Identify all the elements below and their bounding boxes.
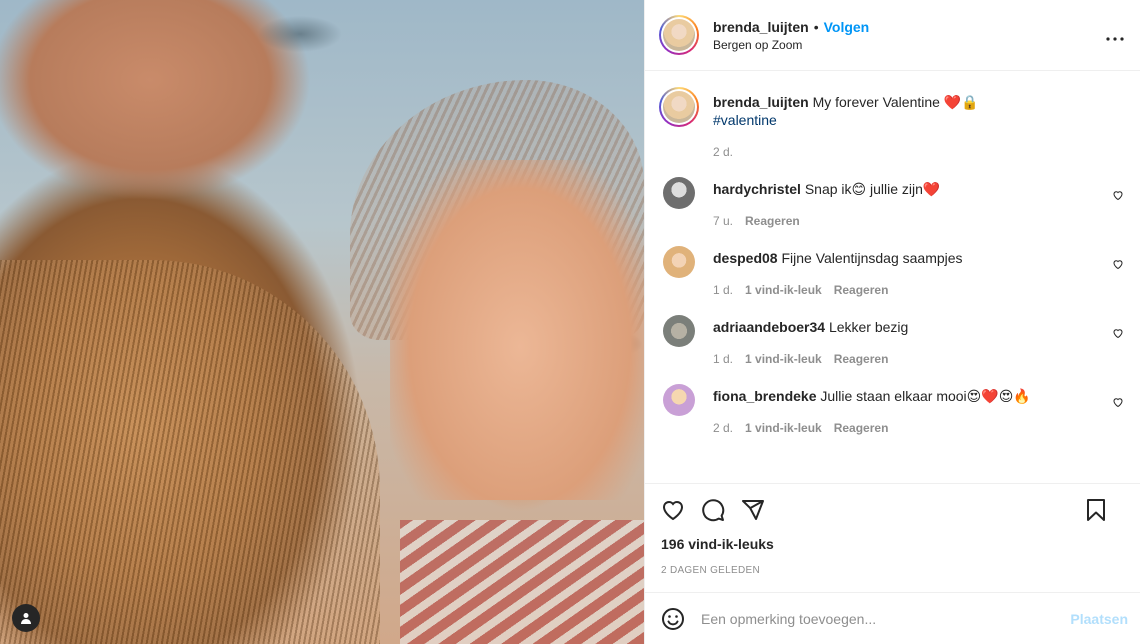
comment-likes[interactable]: 1 vind-ik-leuk — [745, 350, 822, 368]
comment-icon[interactable] — [701, 498, 725, 522]
caption-username[interactable]: brenda_luijten — [713, 94, 809, 110]
post-photo[interactable] — [0, 0, 644, 644]
location-link[interactable]: Bergen op Zoom — [713, 38, 869, 52]
likes-count[interactable]: 196 vind-ik-leuks — [661, 536, 1124, 552]
hashtag-link[interactable]: #valentine — [713, 112, 777, 128]
avatar[interactable] — [659, 87, 699, 127]
comment-item: fiona_brendeke Jullie staan elkaar mooi😍… — [659, 384, 1124, 437]
comment-time: 1 d. — [713, 352, 734, 366]
post-dialog: brenda_luijten • Volgen Bergen op Zoom bre… — [0, 0, 1140, 644]
comment-username[interactable]: hardychristel — [713, 181, 801, 197]
comment-username[interactable]: adriaandeboer34 — [713, 319, 825, 335]
emoji-icon[interactable] — [661, 607, 685, 631]
comment-input[interactable] — [701, 610, 1071, 627]
comment-item: adriaandeboer34 Lekker bezig 1 d. 1 vind-… — [659, 315, 1124, 368]
caption-time: 2 d. — [713, 145, 734, 159]
more-horizontal-icon[interactable] — [1106, 26, 1124, 44]
photo-detail — [390, 160, 644, 500]
avatar[interactable] — [663, 315, 695, 347]
reply-button[interactable]: Reageren — [834, 350, 889, 368]
caption-text: My forever Valentine ❤️🔒 — [812, 94, 979, 110]
share-icon[interactable] — [741, 498, 765, 522]
photo-detail — [400, 520, 644, 644]
like-heart-icon[interactable] — [661, 498, 685, 522]
comment-time: 2 d. — [713, 421, 734, 435]
comment-username[interactable]: fiona_brendeke — [713, 388, 816, 404]
heart-icon[interactable] — [1112, 189, 1124, 201]
comment-text: Snap ik😊 jullie zijn❤️ — [804, 181, 941, 197]
post-sidebar: brenda_luijten • Volgen Bergen op Zoom bre… — [644, 0, 1140, 644]
bookmark-icon[interactable] — [1084, 498, 1108, 522]
post-comment-button[interactable]: Plaatsen — [1070, 611, 1128, 627]
post-caption: brenda_luijten My forever Valentine ❤️🔒 … — [659, 87, 1124, 161]
photo-detail — [0, 260, 380, 644]
avatar[interactable] — [663, 177, 695, 209]
reply-button[interactable]: Reageren — [834, 419, 889, 437]
post-timestamp[interactable]: 2 DAGEN GELEDEN — [661, 565, 1124, 576]
comments-list[interactable]: brenda_luijten My forever Valentine ❤️🔒 … — [645, 71, 1140, 483]
comment-text: Lekker bezig — [828, 319, 909, 335]
heart-icon[interactable] — [1112, 327, 1124, 339]
heart-icon[interactable] — [1112, 258, 1124, 270]
author-username[interactable]: brenda_luijten — [713, 19, 809, 35]
post-header: brenda_luijten • Volgen Bergen op Zoom — [645, 0, 1140, 71]
comment-time: 7 u. — [713, 214, 734, 228]
reply-button[interactable]: Reageren — [834, 281, 889, 299]
avatar[interactable] — [659, 15, 699, 55]
comment-likes[interactable]: 1 vind-ik-leuk — [745, 281, 822, 299]
comment-text: Jullie staan elkaar mooi😍❤️😍🔥 — [820, 388, 1031, 404]
reply-button[interactable]: Reageren — [745, 212, 800, 230]
comment-likes[interactable]: 1 vind-ik-leuk — [745, 419, 822, 437]
comment-username[interactable]: desped08 — [713, 250, 778, 266]
comment-item: desped08 Fijne Valentijnsdag saampjes 1 … — [659, 246, 1124, 299]
comment-time: 1 d. — [713, 283, 734, 297]
avatar[interactable] — [663, 246, 695, 278]
separator-dot: • — [813, 18, 819, 35]
post-actions: 196 vind-ik-leuks 2 DAGEN GELEDEN — [645, 483, 1140, 592]
avatar[interactable] — [663, 384, 695, 416]
add-comment-bar: Plaatsen — [645, 592, 1140, 644]
comment-text: Fijne Valentijnsdag saampjes — [781, 250, 963, 266]
comment-item: hardychristel Snap ik😊 jullie zijn❤️ 7 u… — [659, 177, 1124, 230]
follow-button[interactable]: Volgen — [824, 19, 870, 35]
user-tag-icon[interactable] — [12, 604, 40, 632]
heart-icon[interactable] — [1112, 396, 1124, 408]
